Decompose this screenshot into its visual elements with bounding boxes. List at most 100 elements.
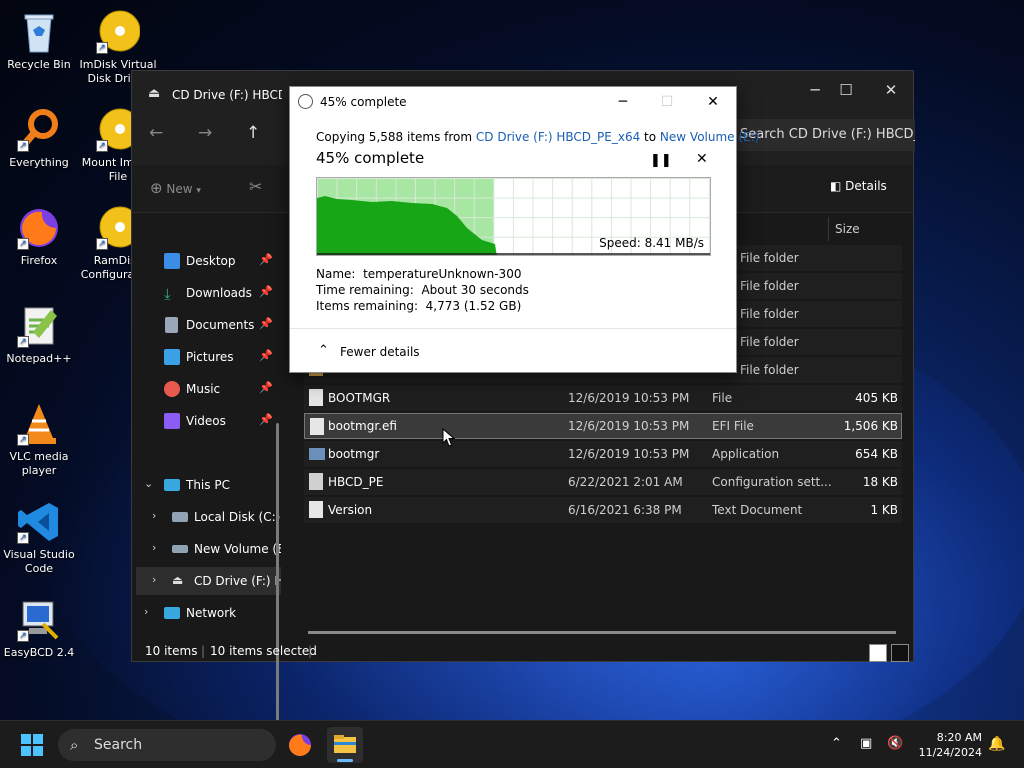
application-icon — [309, 448, 325, 460]
table-row[interactable]: bootmgr.efi 12/6/2019 10:53 PM EFI File … — [304, 413, 902, 439]
sidebar-item-this-pc[interactable]: ⌄ This PC — [136, 471, 281, 499]
desktop-icon-notepad-plus[interactable]: ↗ Notepad++ — [0, 304, 78, 366]
table-row[interactable]: bootmgr 12/6/2019 10:53 PM Application 6… — [304, 441, 902, 467]
music-icon — [164, 381, 180, 397]
desktop-icon-recycle-bin[interactable]: Recycle Bin — [0, 10, 78, 72]
cd-drive-icon: ⏏ — [172, 573, 184, 587]
system-clock[interactable]: 8:20 AM 11/24/2024 — [916, 730, 982, 760]
sidebar-item-network[interactable]: › Network — [136, 599, 281, 627]
copy-progress-dialog[interactable]: 45% complete ─ ☐ ✕ Copying 5,588 items f… — [289, 86, 759, 373]
desktop-icon-label: Firefox — [20, 254, 58, 267]
shortcut-arrow-icon: ↗ — [96, 238, 108, 250]
search-input[interactable]: Search CD Drive (F:) HBCD_PE_x64 — [732, 119, 915, 151]
desktop-icon-label: Visual Studio Code — [3, 548, 75, 575]
desktop-icon — [164, 253, 180, 269]
sidebar-item-local-disk[interactable]: › Local Disk (C:) — [136, 503, 281, 531]
table-row[interactable]: BOOTMGR 12/6/2019 10:53 PM File 405 KB — [304, 385, 902, 411]
back-arrow-icon[interactable]: ← — [149, 123, 163, 143]
file-name-row: Name: temperatureUnknown-300 — [316, 267, 522, 281]
chevron-up-icon[interactable]: ⌃ — [318, 343, 329, 358]
maximize-icon[interactable]: ☐ — [823, 76, 869, 104]
clock-icon — [298, 94, 313, 109]
dialog-title: 45% complete — [320, 95, 407, 109]
settings-file-icon — [309, 473, 323, 490]
desktop-icon-vscode[interactable]: ↗ Visual Studio Code — [0, 500, 78, 576]
source-link[interactable]: CD Drive (F:) HBCD_PE_x64 — [476, 130, 640, 144]
show-hidden-icons-chevron-icon[interactable]: ⌃ — [831, 736, 842, 751]
document-icon — [165, 317, 178, 333]
column-header-size[interactable]: Size — [828, 217, 908, 241]
desktop-icon-firefox[interactable]: ↗ Firefox — [0, 206, 78, 268]
desktop-icon-label: VLC media player — [9, 450, 69, 477]
close-button[interactable]: ✕ — [868, 76, 914, 104]
status-divider: | — [308, 644, 313, 658]
desktop-icon-everything[interactable]: ↗ Everything — [0, 108, 78, 170]
desktop-icon-easybcd[interactable]: ↗ EasyBCD 2.4 — [0, 598, 78, 660]
search-icon: ⌕ — [70, 736, 79, 754]
fewer-details-button[interactable]: Fewer details — [340, 345, 420, 359]
close-button[interactable]: ✕ — [698, 91, 728, 113]
dialog-footer: ⌃ Fewer details — [290, 328, 736, 373]
sidebar-item-desktop[interactable]: Desktop 📌 — [136, 247, 281, 275]
navigation-pane: Desktop 📌 ⤓ Downloads 📌 Documents 📌 Pict… — [132, 213, 282, 738]
shortcut-arrow-icon: ↗ — [96, 42, 108, 54]
pause-icon[interactable]: ❚❚ — [650, 153, 672, 168]
pin-icon: 📌 — [259, 349, 273, 362]
chevron-right-icon: › — [152, 541, 157, 554]
minimize-button[interactable]: ─ — [608, 91, 638, 113]
drive-icon — [172, 545, 188, 553]
download-icon: ⤓ — [164, 285, 171, 303]
taskbar-firefox[interactable] — [282, 727, 318, 763]
taskbar-file-explorer[interactable] — [327, 727, 363, 763]
shortcut-arrow-icon: ↗ — [17, 434, 29, 446]
windows-logo-icon — [21, 734, 31, 744]
desktop-icon-label: Recycle Bin — [7, 58, 71, 71]
progress-heading: 45% complete — [316, 149, 425, 167]
taskbar-search-box[interactable]: ⌕ Search — [58, 729, 276, 761]
notification-bell-icon[interactable]: 🔔 — [988, 736, 1005, 752]
table-row[interactable]: Version 6/16/2021 6:38 PM Text Document … — [304, 497, 902, 523]
status-divider: | — [201, 644, 206, 658]
cut-scissors-icon[interactable]: ✂ — [249, 177, 262, 196]
pin-icon: 📌 — [259, 413, 273, 426]
explorer-tab-title[interactable]: CD Drive (F:) HBCD_PE_x64 — [172, 88, 282, 102]
sidebar-scrollbar[interactable] — [276, 423, 279, 738]
firefox-icon: ↗ — [17, 206, 61, 250]
details-view-icon[interactable] — [869, 644, 887, 662]
pin-icon: 📌 — [259, 381, 273, 394]
vlc-cone-icon: ↗ — [17, 402, 61, 446]
desktop-icon-vlc[interactable]: ↗ VLC media player — [0, 402, 78, 478]
sidebar-item-new-volume[interactable]: › New Volume (E:) — [136, 535, 281, 563]
shortcut-arrow-icon: ↗ — [96, 140, 108, 152]
video-icon — [164, 413, 180, 429]
destination-link[interactable]: New Volume (E:) — [660, 130, 759, 144]
network-icon[interactable]: ▣ — [860, 736, 872, 751]
chevron-right-icon: › — [152, 509, 157, 522]
sidebar-item-pictures[interactable]: Pictures 📌 — [136, 343, 281, 371]
cd-drive-icon: ⏏ — [148, 86, 161, 101]
desktop-icon-label: Notepad++ — [6, 352, 72, 365]
stop-icon[interactable]: ✕ — [696, 151, 708, 167]
folder-icon — [334, 735, 356, 753]
mouse-cursor-icon — [442, 428, 456, 447]
drive-icon — [172, 512, 188, 522]
sidebar-item-downloads[interactable]: ⤓ Downloads 📌 — [136, 279, 281, 307]
new-button[interactable]: ⊕ New ▾ — [150, 179, 201, 197]
desktop-icon-label: Everything — [9, 156, 69, 169]
sidebar-item-videos[interactable]: Videos 📌 — [136, 407, 281, 435]
horizontal-scrollbar[interactable] — [308, 631, 896, 634]
sidebar-item-music[interactable]: Music 📌 — [136, 375, 281, 403]
start-button[interactable] — [21, 734, 43, 756]
details-pane-icon: ◧ — [830, 179, 842, 193]
sidebar-item-documents[interactable]: Documents 📌 — [136, 311, 281, 339]
pin-icon: 📌 — [259, 253, 273, 266]
volume-muted-icon[interactable]: 🔇 — [887, 736, 903, 751]
shortcut-arrow-icon: ↗ — [17, 238, 29, 250]
table-row[interactable]: HBCD_PE 6/22/2021 2:01 AM Configuration … — [304, 469, 902, 495]
shortcut-arrow-icon: ↗ — [17, 140, 29, 152]
details-pane-button[interactable]: ◧ Details — [830, 179, 887, 193]
up-arrow-icon[interactable]: ↑ — [246, 123, 260, 143]
tiles-view-icon[interactable] — [891, 644, 909, 662]
sidebar-item-cd-drive[interactable]: › ⏏ CD Drive (F:) HBCD_PE_x64 — [136, 567, 281, 595]
forward-arrow-icon[interactable]: → — [198, 123, 212, 143]
